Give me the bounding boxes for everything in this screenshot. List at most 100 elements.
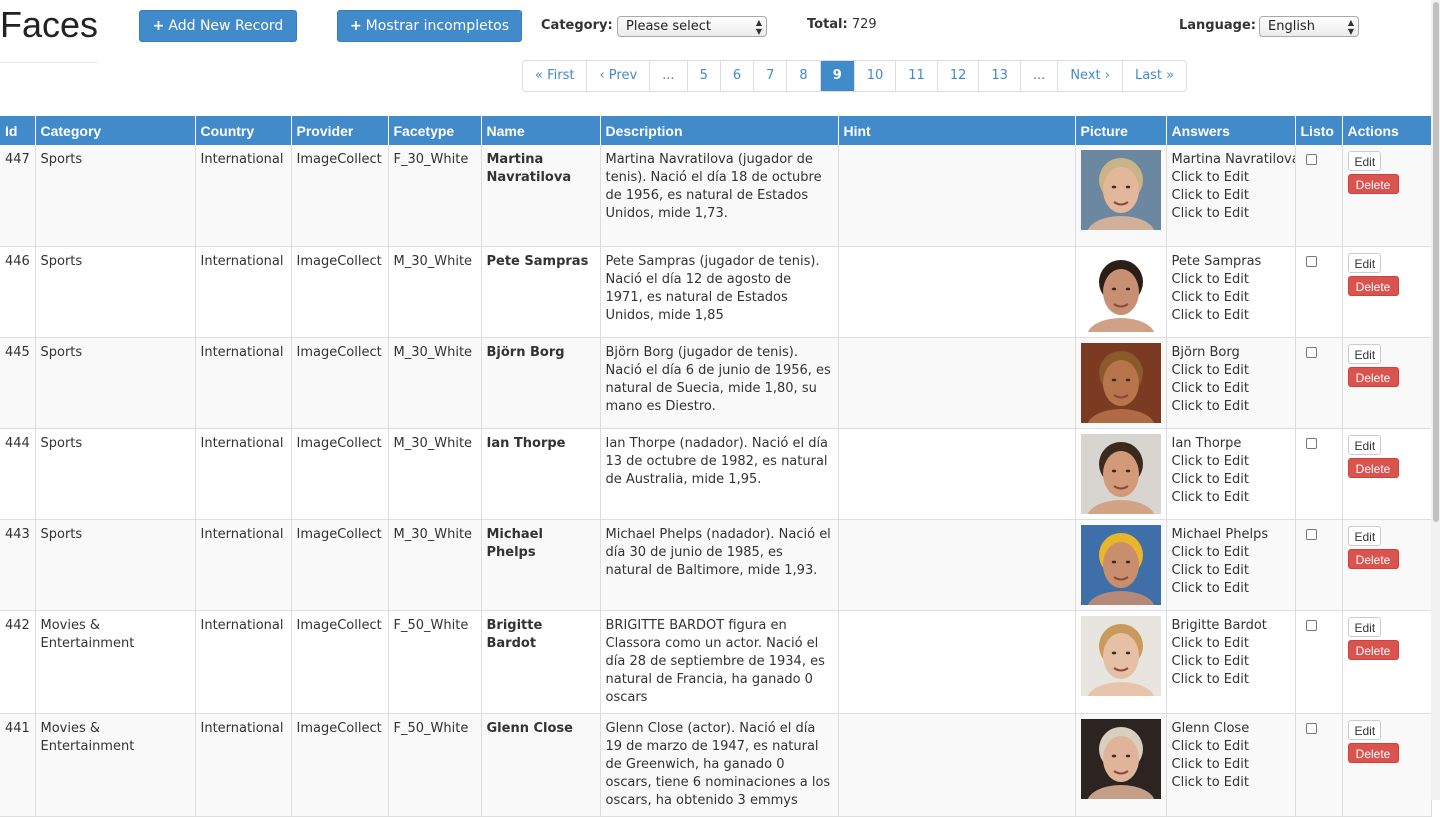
answer-edit-link[interactable]: Click to Edit [1172, 671, 1290, 689]
edit-button[interactable]: Edit [1347, 151, 1381, 171]
page-link[interactable]: 11 [895, 61, 937, 91]
edit-button[interactable]: Edit [1347, 525, 1381, 546]
delete-button[interactable]: Delete [1347, 639, 1399, 660]
page-link[interactable]: ‹ Prev [586, 61, 650, 91]
answer-edit-link[interactable]: Click to Edit [1172, 187, 1290, 205]
page-link[interactable]: 13 [978, 61, 1020, 91]
answer-edit-link[interactable]: Click to Edit [1172, 544, 1290, 562]
answer-edit-link[interactable]: Click to Edit [1172, 169, 1290, 187]
answer-edit-link[interactable]: Click to Edit [1172, 453, 1290, 471]
answer-edit-link[interactable]: Click to Edit [1172, 653, 1290, 671]
face-thumbnail[interactable] [1080, 433, 1161, 514]
select-arrows-icon: ▲ ▼ [755, 18, 762, 36]
page-link[interactable]: 10 [853, 61, 896, 91]
page-link[interactable]: Last » [1121, 61, 1187, 91]
answer-edit-link[interactable]: Click to Edit [1172, 289, 1290, 307]
listo-checkbox[interactable] [1305, 154, 1317, 165]
answer-edit-link[interactable]: Click to Edit [1172, 307, 1290, 325]
plus-icon: + [349, 18, 362, 34]
category-cell: Sports [35, 246, 196, 338]
answer-edit-link[interactable]: Click to Edit [1172, 205, 1290, 223]
page-link[interactable]: 7 [753, 61, 787, 91]
delete-button[interactable]: Delete [1347, 742, 1399, 763]
column-header[interactable]: Country [195, 116, 292, 145]
language-select-value: English [1268, 19, 1315, 34]
face-thumbnail[interactable] [1080, 251, 1161, 332]
page-link[interactable]: 9 [819, 61, 854, 91]
page-link[interactable]: 8 [786, 61, 820, 91]
column-header[interactable]: Facetype [388, 116, 482, 145]
column-header[interactable]: Description [600, 116, 839, 145]
show-incomplete-button[interactable]: + Mostrar incompletos [337, 10, 522, 42]
edit-button[interactable]: Edit [1347, 252, 1381, 273]
page-link[interactable]: ... [1019, 61, 1058, 91]
edit-button[interactable]: Edit [1347, 343, 1381, 364]
language-select[interactable]: English ▲ ▼ [1259, 16, 1359, 37]
records-table: Id Category Country Provider Facetype Name Des… [0, 116, 1432, 817]
picture-cell [1075, 145, 1167, 247]
answer-edit-link[interactable]: Click to Edit [1172, 562, 1290, 580]
category-select[interactable]: Please select ▲ ▼ [617, 16, 767, 37]
column-header[interactable]: Id [0, 116, 36, 145]
answer-edit-link[interactable]: Click to Edit [1172, 471, 1290, 489]
listo-checkbox[interactable] [1305, 437, 1317, 449]
add-record-label: Add New Record [168, 18, 284, 34]
delete-button[interactable]: Delete [1347, 174, 1399, 194]
table-row: 442 Movies & Entertainment International Im… [0, 610, 1432, 714]
show-incomplete-label: Mostrar incompletos [365, 18, 510, 34]
listo-checkbox[interactable] [1305, 528, 1317, 540]
column-header[interactable]: Category [35, 116, 196, 145]
answer-edit-link[interactable]: Click to Edit [1172, 580, 1290, 598]
face-thumbnail[interactable] [1080, 150, 1161, 230]
edit-button[interactable]: Edit [1347, 616, 1381, 637]
page-link[interactable]: « First [523, 61, 587, 91]
answer-edit-link[interactable]: Click to Edit [1172, 774, 1290, 792]
face-thumbnail[interactable] [1080, 342, 1161, 423]
face-thumbnail[interactable] [1080, 718, 1161, 799]
column-header[interactable]: Listo [1295, 116, 1343, 145]
column-header[interactable]: Hint [838, 116, 1076, 145]
edit-button[interactable]: Edit [1347, 434, 1381, 455]
provider-cell: ImageCollect [291, 145, 389, 247]
column-header[interactable]: Name [481, 116, 601, 145]
language-label: Language: [1179, 18, 1256, 33]
id-cell: 447 [0, 145, 36, 247]
column-header[interactable]: Answers [1166, 116, 1296, 145]
page-link[interactable]: 5 [686, 61, 720, 91]
page-scrollbar[interactable] [1431, 0, 1440, 800]
table-row: 447 Sports International ImageCollect F_30_W… [0, 145, 1432, 247]
column-header[interactable]: Picture [1075, 116, 1167, 145]
add-record-button[interactable]: + Add New Record [139, 10, 297, 42]
answer-edit-link[interactable]: Click to Edit [1172, 271, 1290, 289]
listo-checkbox[interactable] [1305, 619, 1317, 631]
listo-checkbox[interactable] [1305, 346, 1317, 358]
delete-button[interactable]: Delete [1347, 548, 1399, 569]
page-link[interactable]: Next › [1057, 61, 1122, 91]
listo-checkbox[interactable] [1305, 722, 1317, 734]
delete-button[interactable]: Delete [1347, 275, 1399, 296]
delete-button[interactable]: Delete [1347, 457, 1399, 478]
description-cell: BRIGITTE BARDOT figura en Classora como … [600, 610, 839, 714]
delete-button[interactable]: Delete [1347, 366, 1399, 387]
face-thumbnail[interactable] [1080, 524, 1161, 605]
column-header[interactable]: Actions [1342, 116, 1432, 145]
scrollbar-thumb[interactable] [1433, 2, 1439, 522]
listo-cell [1295, 519, 1343, 611]
answers-cell: Martina Navratilova Click to Edit Click to… [1166, 145, 1296, 247]
answer-edit-link[interactable]: Click to Edit [1172, 756, 1290, 774]
edit-button[interactable]: Edit [1347, 719, 1381, 740]
page-link[interactable]: 12 [936, 61, 979, 91]
face-thumbnail[interactable] [1080, 615, 1161, 696]
answer-edit-link[interactable]: Click to Edit [1172, 362, 1290, 380]
column-header[interactable]: Provider [291, 116, 389, 145]
answer-edit-link[interactable]: Click to Edit [1172, 635, 1290, 653]
provider-cell: ImageCollect [291, 610, 389, 714]
answer-edit-link[interactable]: Click to Edit [1172, 380, 1290, 398]
page-link[interactable]: ... [649, 61, 687, 91]
pagination: « First ‹ Prev... 5 6 7 8 9 10 11 12 13... Next › La… [522, 60, 1188, 92]
answer-edit-link[interactable]: Click to Edit [1172, 738, 1290, 756]
page-link[interactable]: 6 [719, 61, 754, 91]
answer-edit-link[interactable]: Click to Edit [1172, 489, 1290, 507]
answer-edit-link[interactable]: Click to Edit [1172, 398, 1290, 416]
listo-checkbox[interactable] [1305, 255, 1317, 267]
